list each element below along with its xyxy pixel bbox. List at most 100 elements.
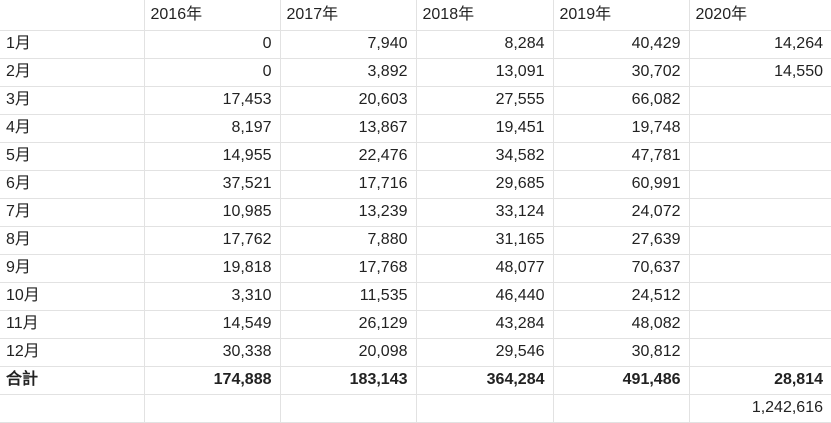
month-label-cell[interactable]: 8月 xyxy=(0,226,145,255)
value-cell[interactable]: 22,476 xyxy=(280,142,417,171)
value-cell[interactable]: 19,818 xyxy=(144,254,281,283)
month-label-cell[interactable]: 9月 xyxy=(0,254,145,283)
value-cell[interactable]: 14,549 xyxy=(144,310,281,339)
header-cell[interactable]: 2020年 xyxy=(689,0,831,31)
table-row: 7月 10,985 13,239 33,124 24,072 xyxy=(0,198,831,227)
table-row: 3月 17,453 20,603 27,555 66,082 xyxy=(0,86,831,115)
value-cell[interactable] xyxy=(689,114,831,143)
value-cell[interactable]: 8,197 xyxy=(144,114,281,143)
total-value-cell[interactable]: 174,888 xyxy=(144,366,281,395)
value-cell[interactable] xyxy=(689,254,831,283)
value-cell[interactable] xyxy=(689,198,831,227)
value-cell[interactable]: 20,098 xyxy=(280,338,417,367)
table-row: 1月 0 7,940 8,284 40,429 14,264 xyxy=(0,30,831,59)
value-cell[interactable]: 33,124 xyxy=(416,198,554,227)
value-cell[interactable]: 66,082 xyxy=(553,86,690,115)
value-cell[interactable]: 7,940 xyxy=(280,30,417,59)
value-cell[interactable]: 30,338 xyxy=(144,338,281,367)
total-value-cell[interactable]: 28,814 xyxy=(689,366,831,395)
header-cell[interactable] xyxy=(0,0,145,31)
grand-total-cell[interactable]: 1,242,616 xyxy=(689,394,831,423)
value-cell[interactable]: 3,892 xyxy=(280,58,417,87)
empty-cell[interactable] xyxy=(280,394,417,423)
value-cell[interactable] xyxy=(689,142,831,171)
value-cell[interactable]: 13,867 xyxy=(280,114,417,143)
value-cell[interactable]: 26,129 xyxy=(280,310,417,339)
month-label-cell[interactable]: 10月 xyxy=(0,282,145,311)
value-cell[interactable]: 8,284 xyxy=(416,30,554,59)
header-cell[interactable]: 2017年 xyxy=(280,0,417,31)
value-cell[interactable]: 40,429 xyxy=(553,30,690,59)
empty-cell[interactable] xyxy=(416,394,554,423)
value-cell[interactable]: 13,091 xyxy=(416,58,554,87)
month-label-cell[interactable]: 2月 xyxy=(0,58,145,87)
spreadsheet-grid: 2016年 2017年 2018年 2019年 2020年 1月 0 7,940… xyxy=(0,0,831,423)
total-row: 合計 174,888 183,143 364,284 491,486 28,81… xyxy=(0,366,831,395)
table-row: 12月 30,338 20,098 29,546 30,812 xyxy=(0,338,831,367)
value-cell[interactable]: 60,991 xyxy=(553,170,690,199)
value-cell[interactable]: 0 xyxy=(144,58,281,87)
value-cell[interactable]: 29,546 xyxy=(416,338,554,367)
month-label-cell[interactable]: 6月 xyxy=(0,170,145,199)
value-cell[interactable]: 48,077 xyxy=(416,254,554,283)
value-cell[interactable]: 30,812 xyxy=(553,338,690,367)
value-cell[interactable]: 17,762 xyxy=(144,226,281,255)
value-cell[interactable]: 3,310 xyxy=(144,282,281,311)
total-value-cell[interactable]: 183,143 xyxy=(280,366,417,395)
table-row: 6月 37,521 17,716 29,685 60,991 xyxy=(0,170,831,199)
value-cell[interactable]: 0 xyxy=(144,30,281,59)
value-cell[interactable]: 20,603 xyxy=(280,86,417,115)
value-cell[interactable]: 43,284 xyxy=(416,310,554,339)
value-cell[interactable] xyxy=(689,338,831,367)
empty-cell[interactable] xyxy=(553,394,690,423)
value-cell[interactable]: 48,082 xyxy=(553,310,690,339)
month-label-cell[interactable]: 11月 xyxy=(0,310,145,339)
value-cell[interactable]: 14,264 xyxy=(689,30,831,59)
total-value-cell[interactable]: 491,486 xyxy=(553,366,690,395)
value-cell[interactable] xyxy=(689,86,831,115)
value-cell[interactable] xyxy=(689,170,831,199)
value-cell[interactable]: 11,535 xyxy=(280,282,417,311)
empty-cell[interactable] xyxy=(0,394,145,423)
value-cell[interactable]: 30,702 xyxy=(553,58,690,87)
value-cell[interactable]: 13,239 xyxy=(280,198,417,227)
table-row: 9月 19,818 17,768 48,077 70,637 xyxy=(0,254,831,283)
value-cell[interactable] xyxy=(689,282,831,311)
value-cell[interactable] xyxy=(689,310,831,339)
table-row: 2月 0 3,892 13,091 30,702 14,550 xyxy=(0,58,831,87)
total-value-cell[interactable]: 364,284 xyxy=(416,366,554,395)
header-cell[interactable]: 2019年 xyxy=(553,0,690,31)
value-cell[interactable]: 27,639 xyxy=(553,226,690,255)
value-cell[interactable]: 27,555 xyxy=(416,86,554,115)
value-cell[interactable]: 19,451 xyxy=(416,114,554,143)
value-cell[interactable]: 34,582 xyxy=(416,142,554,171)
value-cell[interactable]: 17,716 xyxy=(280,170,417,199)
value-cell[interactable]: 14,955 xyxy=(144,142,281,171)
value-cell[interactable]: 19,748 xyxy=(553,114,690,143)
value-cell[interactable]: 24,072 xyxy=(553,198,690,227)
month-label-cell[interactable]: 7月 xyxy=(0,198,145,227)
month-label-cell[interactable]: 3月 xyxy=(0,86,145,115)
value-cell[interactable]: 31,165 xyxy=(416,226,554,255)
value-cell[interactable]: 24,512 xyxy=(553,282,690,311)
value-cell[interactable]: 46,440 xyxy=(416,282,554,311)
header-cell[interactable]: 2018年 xyxy=(416,0,554,31)
month-label-cell[interactable]: 4月 xyxy=(0,114,145,143)
value-cell[interactable] xyxy=(689,226,831,255)
value-cell[interactable]: 70,637 xyxy=(553,254,690,283)
value-cell[interactable]: 10,985 xyxy=(144,198,281,227)
grand-total-row: 1,242,616 xyxy=(0,394,831,423)
month-label-cell[interactable]: 12月 xyxy=(0,338,145,367)
empty-cell[interactable] xyxy=(144,394,281,423)
header-cell[interactable]: 2016年 xyxy=(144,0,281,31)
value-cell[interactable]: 29,685 xyxy=(416,170,554,199)
value-cell[interactable]: 17,768 xyxy=(280,254,417,283)
value-cell[interactable]: 47,781 xyxy=(553,142,690,171)
total-label-cell[interactable]: 合計 xyxy=(0,366,145,395)
value-cell[interactable]: 37,521 xyxy=(144,170,281,199)
month-label-cell[interactable]: 1月 xyxy=(0,30,145,59)
value-cell[interactable]: 14,550 xyxy=(689,58,831,87)
value-cell[interactable]: 7,880 xyxy=(280,226,417,255)
month-label-cell[interactable]: 5月 xyxy=(0,142,145,171)
value-cell[interactable]: 17,453 xyxy=(144,86,281,115)
